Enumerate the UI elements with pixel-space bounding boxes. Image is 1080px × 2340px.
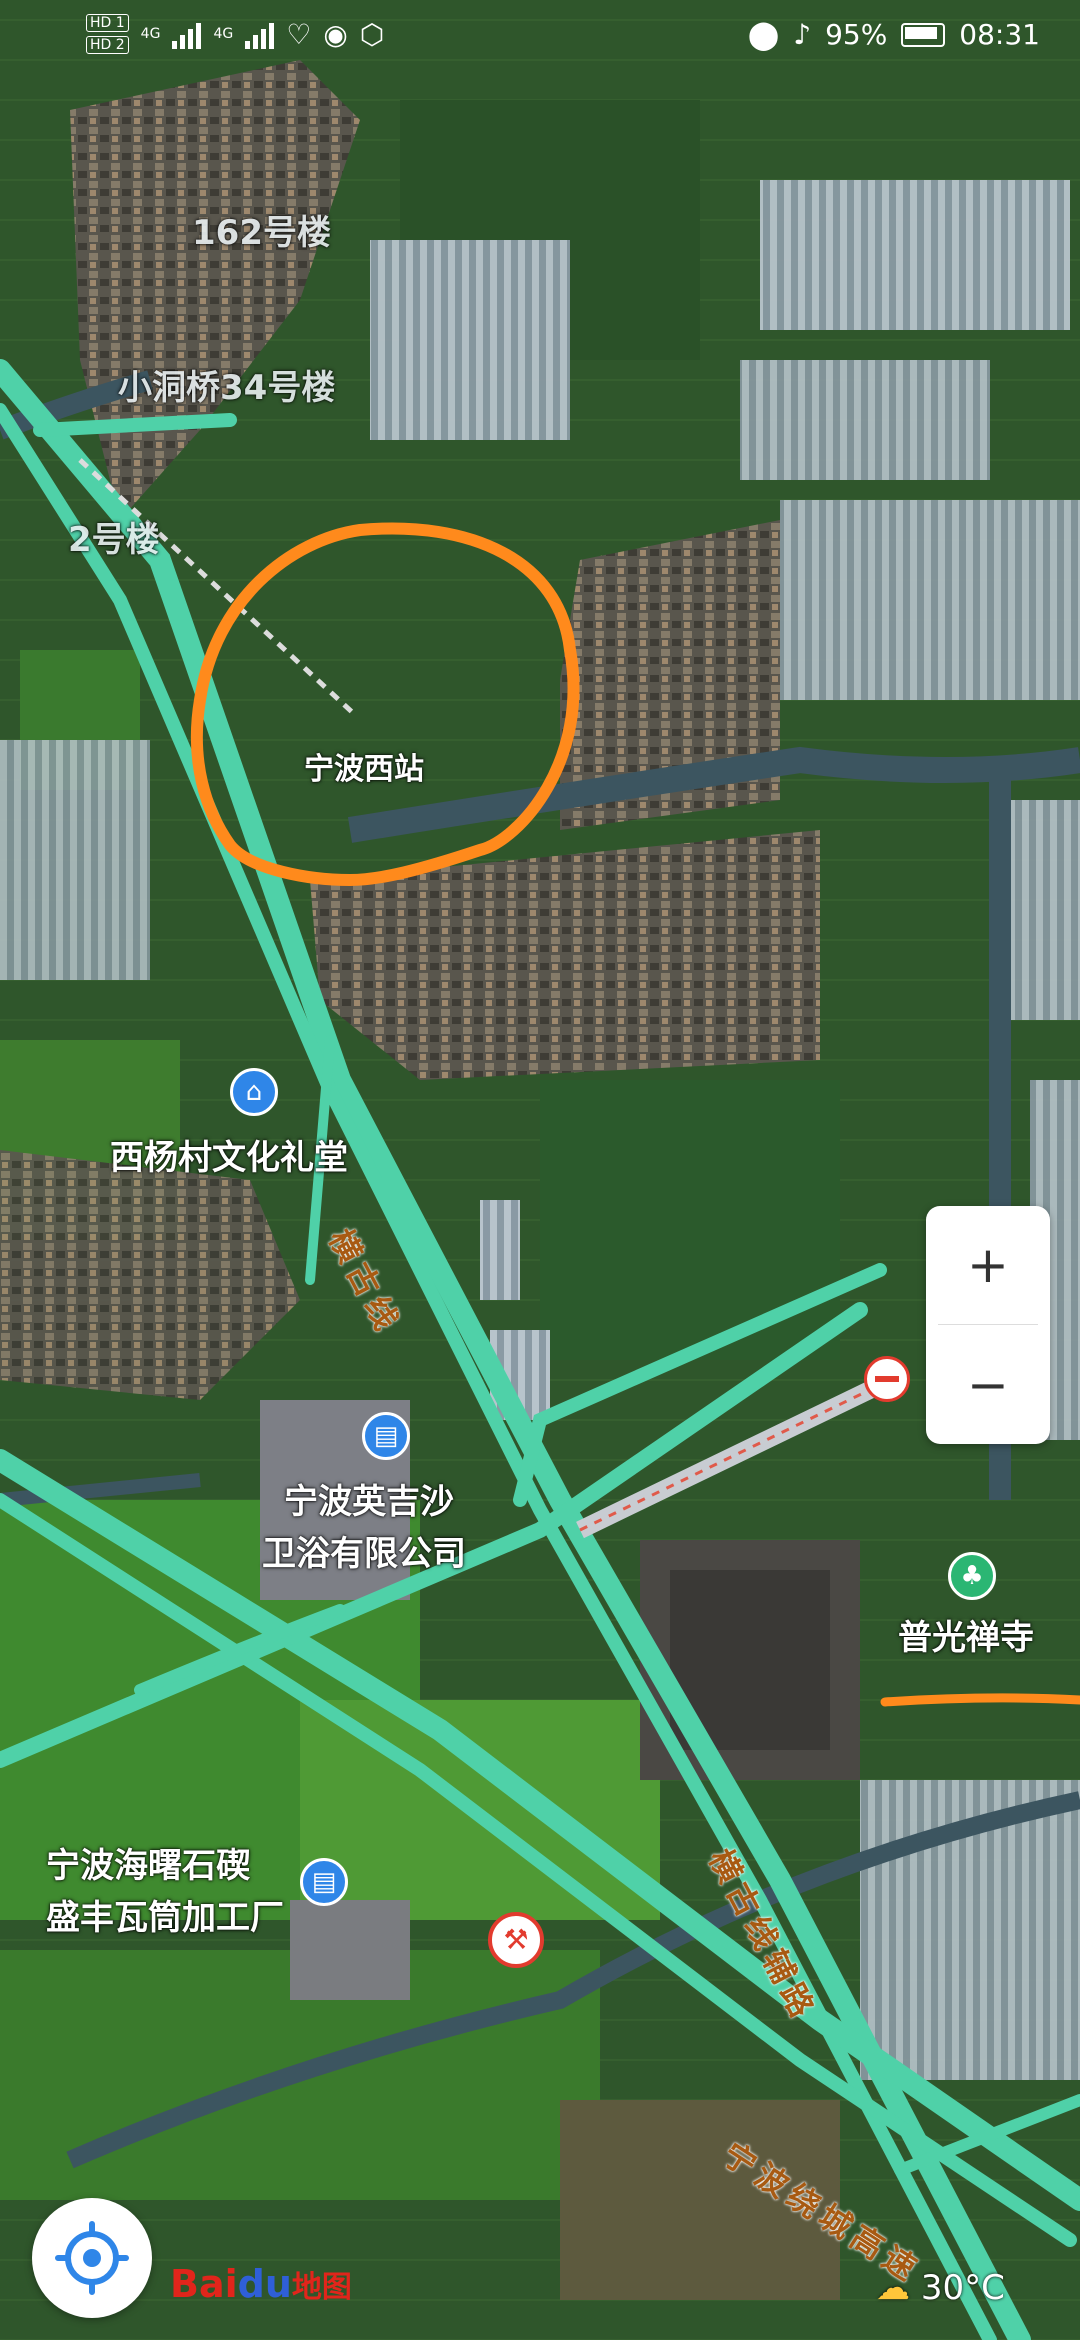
cloudy-sun-icon: ☁ <box>876 2268 910 2308</box>
logo-part-2: du <box>237 2262 292 2306</box>
locate-me-button[interactable] <box>32 2198 152 2318</box>
status-bar: HD 1 HD 2 4G 4G ♡ ◉ ⬡ ⬤ ♪ 95% 08:31 <box>0 0 1080 80</box>
culture-hall-icon[interactable]: ⌂ <box>230 1068 278 1116</box>
temple-icon[interactable]: ♣ <box>948 1552 996 1600</box>
temperature: 30°C <box>920 2268 1005 2308</box>
building-162-label[interactable]: 162号楼 <box>192 205 331 254</box>
network-type-2: 4G <box>213 26 234 42</box>
logo-part-3: 地图 <box>291 2270 352 2305</box>
factory-icon[interactable]: ▤ <box>300 1858 348 1906</box>
company-icon[interactable]: ▤ <box>362 1412 410 1460</box>
yingjisha-company-label-1[interactable]: 宁波英吉沙 <box>284 1474 454 1523</box>
hd2-badge: HD 2 <box>86 36 129 54</box>
hd1-badge: HD 1 <box>86 14 129 32</box>
battery-level: 95% <box>825 18 888 51</box>
shengfeng-factory-label-1[interactable]: 宁波海曙石碶 <box>46 1838 250 1887</box>
weather-widget[interactable]: ☁ 30°C <box>876 2268 1005 2308</box>
building-xiaodongqiao-34-label[interactable]: 小洞桥34号楼 <box>118 360 335 409</box>
status-right: ⬤ ♪ 95% 08:31 <box>748 18 1040 51</box>
clock: 08:31 <box>959 18 1040 51</box>
logo-part-1: Bai <box>170 2262 238 2306</box>
zoom-in-button[interactable]: + <box>926 1206 1050 1324</box>
app-notification-icon: ◉ <box>323 17 348 51</box>
shield-icon: ⬡ <box>359 17 385 51</box>
signal-2-icon <box>245 19 275 49</box>
ningbo-west-station-label[interactable]: 宁波西站 <box>304 744 424 788</box>
building-2-label[interactable]: 2号楼 <box>68 512 160 561</box>
zoom-divider <box>938 1324 1038 1325</box>
road-closure-icon[interactable] <box>864 1356 910 1402</box>
yingjisha-company-label-2[interactable]: 卫浴有限公司 <box>262 1526 466 1575</box>
baidu-map-logo: Baidu地图 <box>170 2262 352 2306</box>
status-left: HD 1 HD 2 4G 4G ♡ ◉ ⬡ <box>86 14 384 54</box>
shengfeng-factory-label-2[interactable]: 盛丰瓦筒加工厂 <box>46 1890 284 1939</box>
puguang-temple-label[interactable]: 普光禅寺 <box>898 1610 1034 1659</box>
network-type-1: 4G <box>140 26 161 42</box>
location-icon: ⬤ <box>747 18 780 51</box>
signal-1-icon <box>172 19 202 49</box>
health-icon: ♡ <box>286 17 312 51</box>
microphone-icon: ♪ <box>793 18 812 51</box>
xiyang-culture-hall-label[interactable]: 西杨村文化礼堂 <box>110 1130 348 1179</box>
construction-icon[interactable]: ⚒ <box>488 1912 544 1968</box>
zoom-control: + − <box>926 1206 1050 1444</box>
zoom-out-button[interactable]: − <box>926 1326 1050 1444</box>
battery-icon <box>901 22 946 47</box>
crosshair-icon <box>55 2221 129 2295</box>
